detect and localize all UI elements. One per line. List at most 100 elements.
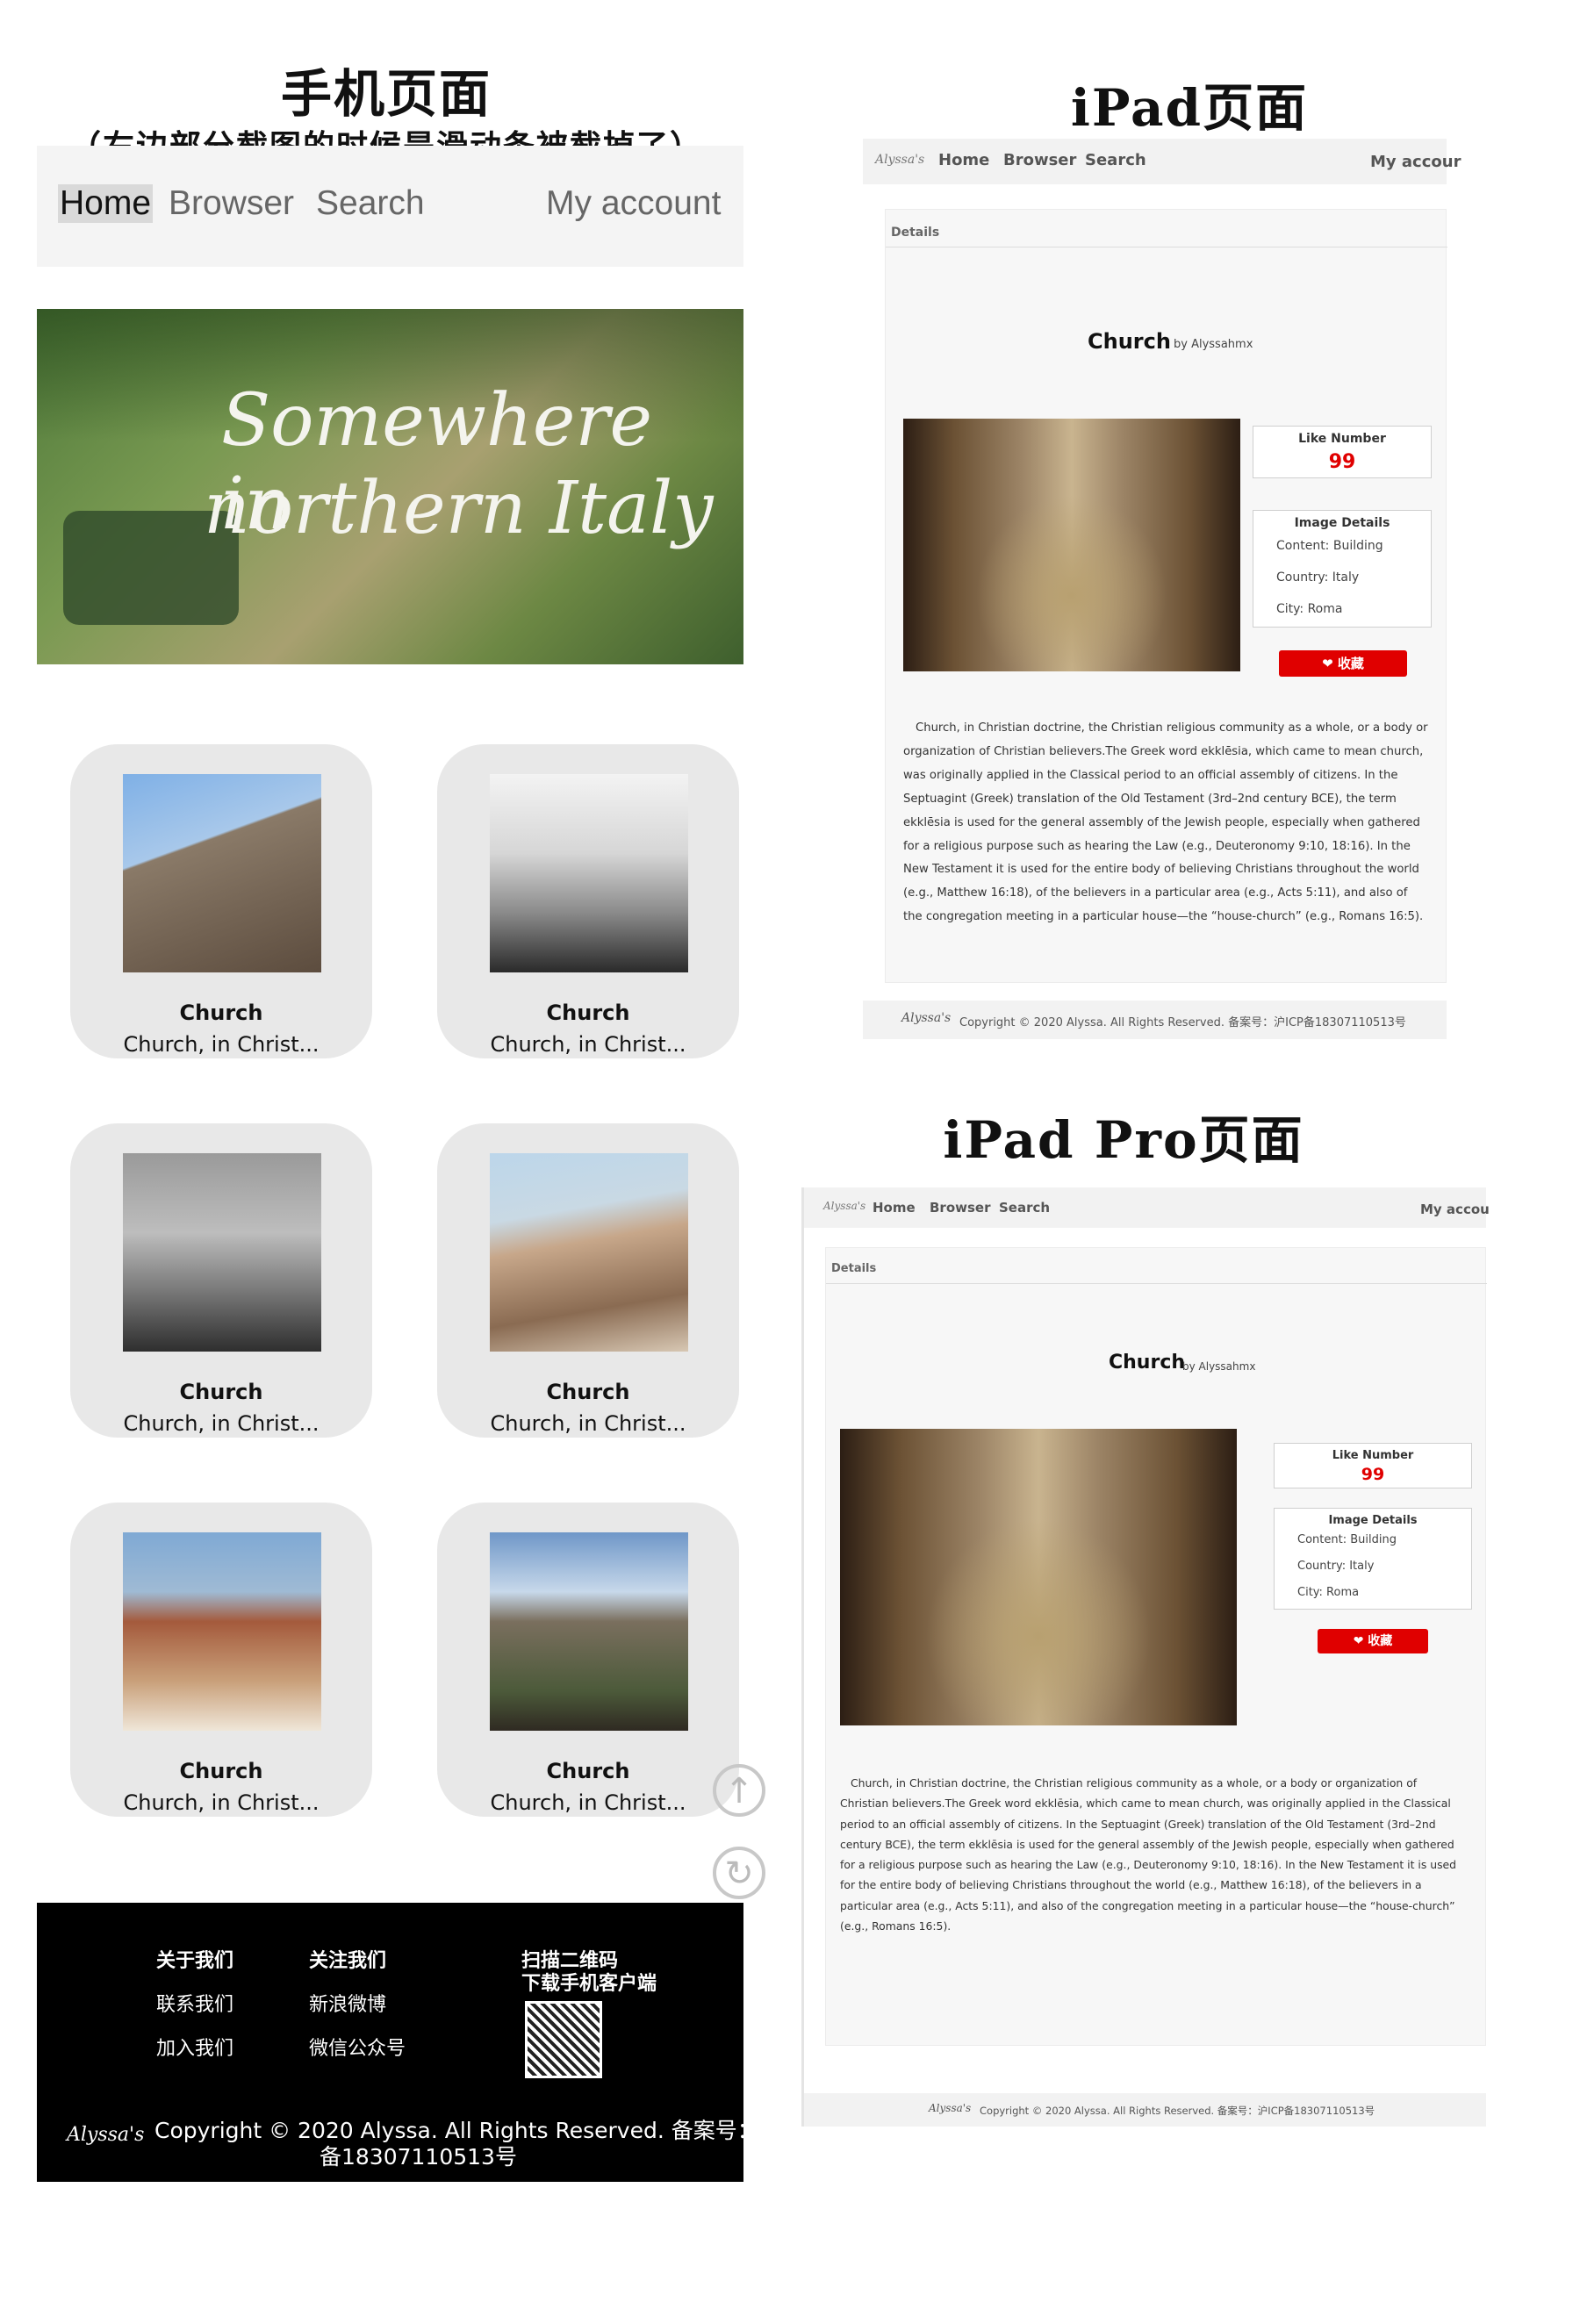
fav-label: 收藏 bbox=[1368, 1634, 1393, 1648]
footer-qr-sub: 下载手机客户端 bbox=[521, 1973, 657, 1995]
ipadpro-church-image bbox=[840, 1429, 1237, 1725]
detail-content: Content: Building bbox=[1297, 1533, 1397, 1546]
card-title: Church bbox=[546, 1001, 630, 1025]
like-value: 99 bbox=[1328, 451, 1356, 473]
footer-join[interactable]: 加入我们 bbox=[156, 2033, 233, 2061]
ipadpro-nav-bar: Alyssa's Home Browser Search My accou bbox=[804, 1187, 1490, 1228]
card-image-stadium bbox=[490, 1153, 688, 1352]
scroll-top-icon[interactable]: ↑ bbox=[713, 1764, 765, 1817]
ipadpro-copyright: Copyright © 2020 Alyssa. All Rights Rese… bbox=[980, 2105, 1375, 2117]
card-title: Church bbox=[546, 1759, 630, 1783]
ipadpro-detail-panel: Details Church by Alyssahmx Like Number … bbox=[825, 1247, 1487, 2046]
card-1[interactable]: Church Church, in Christ... bbox=[70, 744, 372, 1058]
card-2[interactable]: Church Church, in Christ... bbox=[437, 744, 739, 1058]
ipad-author: by Alyssahmx bbox=[1174, 338, 1253, 351]
ipad-paragraph: Church, in Christian doctrine, the Chris… bbox=[903, 721, 1428, 924]
hero-banner: Somewhere in northern Italy bbox=[37, 309, 743, 664]
qr-code-icon bbox=[525, 2001, 602, 2078]
ipadpro-like-box: Like Number 99 bbox=[1274, 1443, 1472, 1488]
card-image-duomo bbox=[123, 774, 321, 972]
ipad-nav-account[interactable]: My accour bbox=[1370, 153, 1461, 171]
heart-icon: ❤ bbox=[1353, 1634, 1368, 1648]
phone-nav-search[interactable]: Search bbox=[316, 184, 425, 223]
ipadpro-nav-account[interactable]: My accou bbox=[1420, 1201, 1490, 1217]
card-desc: Church, in Christ... bbox=[123, 1790, 320, 1815]
ipadpro-footer-logo: Alyssa's bbox=[929, 2102, 972, 2114]
footer-weibo[interactable]: 新浪微博 bbox=[309, 1989, 386, 2017]
ipadpro-logo: Alyssa's bbox=[823, 1200, 866, 1212]
detail-country: Country: Italy bbox=[1276, 570, 1360, 585]
detail-city: City: Roma bbox=[1276, 602, 1343, 616]
ipad-copyright: Copyright © 2020 Alyssa. All Rights Rese… bbox=[959, 1016, 1406, 1029]
details-label: Image Details bbox=[1328, 1514, 1418, 1527]
ipadpro-image-details: Image Details Content: Building Country:… bbox=[1274, 1508, 1472, 1610]
detail-city: City: Roma bbox=[1297, 1586, 1360, 1599]
card-4[interactable]: Church Church, in Christ... bbox=[437, 1123, 739, 1438]
refresh-icon[interactable]: ↻ bbox=[713, 1847, 765, 1899]
ipad-church-image bbox=[903, 419, 1240, 671]
ipadpro-title: Church bbox=[1109, 1352, 1186, 1374]
card-title: Church bbox=[179, 1759, 263, 1783]
card-5[interactable]: Church Church, in Christ... bbox=[70, 1503, 372, 1817]
phone-footer: 关于我们 联系我们 加入我们 关注我们 新浪微博 微信公众号 扫描二维码 下载手… bbox=[37, 1903, 816, 2182]
ipadpro-breadcrumb-divider bbox=[826, 1283, 1487, 1284]
ipad-detail-panel: Details Church by Alyssahmx Like Number … bbox=[885, 209, 1447, 983]
footer-wechat[interactable]: 微信公众号 bbox=[309, 2033, 406, 2061]
footer-contact[interactable]: 联系我们 bbox=[156, 1989, 233, 2017]
card-desc: Church, in Christ... bbox=[123, 1032, 320, 1057]
phone-nav-account[interactable]: My account bbox=[546, 184, 721, 223]
ipadpro-frame: Alyssa's Home Browser Search My accou De… bbox=[801, 1187, 1490, 2127]
ipad-title: Church bbox=[1088, 329, 1171, 354]
ipad-footer-logo: Alyssa's bbox=[901, 1011, 952, 1025]
ipad-nav-browser[interactable]: Browser bbox=[1003, 151, 1076, 169]
footer-logo: Alyssa's bbox=[67, 2124, 145, 2146]
ipadpro-paragraph: Church, in Christian doctrine, the Chris… bbox=[840, 1776, 1457, 1933]
ipad-favorite-button[interactable]: ❤ 收藏 bbox=[1279, 650, 1407, 677]
fav-label: 收藏 bbox=[1337, 656, 1364, 671]
card-image-cathedral bbox=[123, 1153, 321, 1352]
card-title: Church bbox=[179, 1001, 263, 1025]
footer-follow[interactable]: 关注我们 bbox=[309, 1945, 386, 1973]
phone-nav-bar: Home Browser Search My account bbox=[37, 146, 743, 267]
ipadpro-heading: iPad Pro页面 bbox=[943, 1110, 1304, 1170]
footer-about[interactable]: 关于我们 bbox=[156, 1945, 233, 1973]
hero-line2: northern Italy bbox=[204, 467, 714, 550]
ipadpro-footer: Alyssa's Copyright © 2020 Alyssa. All Ri… bbox=[804, 2093, 1486, 2127]
ipad-nav-search[interactable]: Search bbox=[1085, 151, 1146, 169]
ipadpro-nav-home[interactable]: Home bbox=[873, 1200, 916, 1216]
card-title: Church bbox=[546, 1380, 630, 1404]
card-image-palace bbox=[490, 774, 688, 972]
ipad-heading: iPad页面 bbox=[1070, 78, 1309, 138]
card-6[interactable]: Church Church, in Christ... bbox=[437, 1503, 739, 1817]
ipad-logo: Alyssa's bbox=[875, 153, 925, 167]
phone-heading: 手机页面 bbox=[280, 64, 492, 124]
card-title: Church bbox=[179, 1380, 263, 1404]
heart-icon: ❤ bbox=[1322, 656, 1338, 671]
ipadpro-nav-search[interactable]: Search bbox=[999, 1200, 1050, 1216]
detail-content: Content: Building bbox=[1276, 539, 1383, 553]
card-image-castle bbox=[490, 1532, 688, 1731]
ipadpro-nav-browser[interactable]: Browser bbox=[930, 1200, 991, 1216]
card-desc: Church, in Christ... bbox=[490, 1032, 686, 1057]
card-desc: Church, in Christ... bbox=[123, 1411, 320, 1436]
card-3[interactable]: Church Church, in Christ... bbox=[70, 1123, 372, 1438]
card-image-hall bbox=[123, 1532, 321, 1731]
card-desc: Church, in Christ... bbox=[490, 1790, 686, 1815]
ipadpro-author: by Alyssahmx bbox=[1182, 1360, 1256, 1373]
like-value: 99 bbox=[1361, 1465, 1385, 1484]
ipadpro-breadcrumb: Details bbox=[831, 1262, 877, 1275]
details-label: Image Details bbox=[1294, 516, 1390, 530]
card-desc: Church, in Christ... bbox=[490, 1411, 686, 1436]
ipad-breadcrumb: Details bbox=[891, 226, 940, 240]
ipad-nav-bar: Alyssa's Home Browser Search My accour bbox=[863, 139, 1461, 184]
like-label: Like Number bbox=[1298, 432, 1386, 446]
phone-nav-home[interactable]: Home bbox=[58, 184, 154, 223]
footer-copyright-2: 备18307110513号 bbox=[320, 2144, 517, 2170]
like-label: Like Number bbox=[1332, 1449, 1414, 1462]
detail-country: Country: Italy bbox=[1297, 1560, 1375, 1573]
phone-nav-browser[interactable]: Browser bbox=[169, 184, 294, 223]
ipad-image-details: Image Details Content: Building Country:… bbox=[1253, 510, 1432, 628]
ipadpro-favorite-button[interactable]: ❤ 收藏 bbox=[1318, 1629, 1428, 1653]
ipad-nav-home[interactable]: Home bbox=[938, 151, 989, 169]
ipad-like-box: Like Number 99 bbox=[1253, 426, 1432, 478]
